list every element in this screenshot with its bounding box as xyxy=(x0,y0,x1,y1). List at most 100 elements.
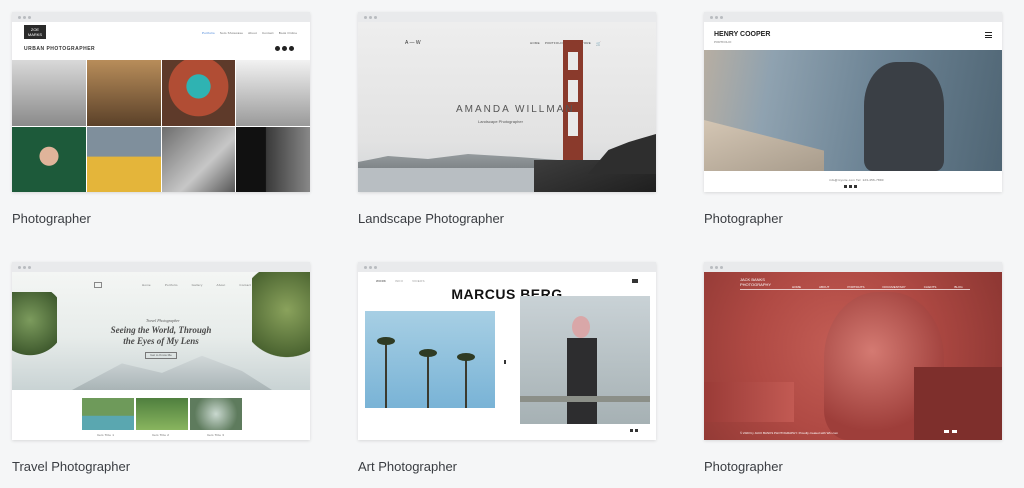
template-preview-frame[interactable]: A — W HOME PORTFOLIO BIO STORE 🛒 xyxy=(358,12,656,192)
template-title[interactable]: Photographer xyxy=(704,211,783,226)
nav-item: About xyxy=(216,283,226,287)
preview-travel: Home Portfolio Gallery About Contact Tra… xyxy=(12,272,310,440)
template-grid: ZOE MARKS Portfolio Solo Showcase About … xyxy=(0,0,1024,488)
template-card-photographer-zoe[interactable]: ZOE MARKS Portfolio Solo Showcase About … xyxy=(12,12,310,234)
nav-item: PORTRAITS xyxy=(847,285,865,289)
template-card-landscape-photographer[interactable]: A — W HOME PORTFOLIO BIO STORE 🛒 xyxy=(358,12,656,234)
nav-item: ABOUT xyxy=(819,285,830,289)
template-title[interactable]: Art Photographer xyxy=(358,459,457,474)
scarf xyxy=(914,367,1002,440)
nav-item: About xyxy=(248,31,257,35)
photo xyxy=(161,60,236,126)
template-preview-frame[interactable]: WORK INFO VIDEOS MARCUS BERG xyxy=(358,262,656,440)
photo xyxy=(236,60,310,126)
thumbnail-caption: Item Title 1 xyxy=(97,433,115,437)
template-preview-frame[interactable]: JACK BANKS PHOTOGRAPHY HOME ABOUT PORTRA… xyxy=(704,262,1002,440)
browser-chrome xyxy=(704,262,1002,272)
photo xyxy=(12,126,86,192)
cliff xyxy=(588,134,656,174)
thumbnail xyxy=(190,398,242,430)
hand xyxy=(704,382,794,422)
thumbnail-caption: Item Title 3 xyxy=(207,433,225,437)
site-name: HENRY COOPER xyxy=(714,31,771,38)
nav-item: BLOG xyxy=(954,285,963,289)
logo xyxy=(94,282,102,288)
logo: A — W xyxy=(405,40,421,46)
site-name: AMANDA WILLMAN xyxy=(456,104,575,115)
template-card-art-photographer[interactable]: WORK INFO VIDEOS MARCUS BERG Art Photogr… xyxy=(358,262,656,484)
site-subtitle: PORTFOLIO xyxy=(714,40,732,44)
thumbnail xyxy=(82,398,134,430)
nav-item: PORTFOLIO xyxy=(544,41,564,45)
template-preview-frame[interactable]: Home Portfolio Gallery About Contact Tra… xyxy=(12,262,310,440)
photo xyxy=(86,60,161,126)
arrow-icon xyxy=(504,360,506,364)
headline-line2: the Eyes of My Lens xyxy=(123,336,199,346)
photo xyxy=(236,126,310,192)
divider xyxy=(740,289,970,290)
hero-photo xyxy=(704,50,1002,171)
browser-chrome xyxy=(358,12,656,22)
nav-item: DOCUMENTARY xyxy=(882,285,906,289)
nav-item: VIDEOS xyxy=(412,279,425,283)
photo xyxy=(12,60,86,126)
preview-marcus: WORK INFO VIDEOS MARCUS BERG xyxy=(358,272,656,440)
template-title[interactable]: Travel Photographer xyxy=(12,459,130,474)
nav-item: WORK xyxy=(376,279,387,283)
hooded-figure xyxy=(864,62,944,171)
footer-text: © 2023 by JACK BANKS PHOTOGRAPHY. Proudl… xyxy=(740,431,839,435)
nav-item: INFO xyxy=(395,279,404,283)
browser-chrome xyxy=(358,262,656,272)
template-preview-frame[interactable]: HENRY COOPER PORTFOLIO info@mysite.com T… xyxy=(704,12,1002,192)
logo: JACK BANKS PHOTOGRAPHY xyxy=(740,277,772,287)
tagline: Travel Photographer xyxy=(146,318,180,323)
nav-item: Gallery xyxy=(191,283,203,287)
photo xyxy=(86,126,161,192)
portrait-photo xyxy=(520,296,650,424)
nav-bar: Portfolio Solo Showcase About Contact Bo… xyxy=(202,31,297,35)
nav-item: Portfolio xyxy=(202,31,215,35)
site-subtitle: Landscape Photographer xyxy=(478,119,523,124)
nav-item: Home xyxy=(142,283,151,287)
template-title[interactable]: Photographer xyxy=(12,211,91,226)
logo: ZOE MARKS xyxy=(24,25,46,39)
preview-jack: JACK BANKS PHOTOGRAPHY HOME ABOUT PORTRA… xyxy=(704,272,1002,440)
cta-button: Get to Know Me xyxy=(145,352,177,359)
nav-item: Solo Showcase xyxy=(219,31,244,35)
nav-item: Book Online xyxy=(278,31,298,35)
template-card-travel-photographer[interactable]: Home Portfolio Gallery About Contact Tra… xyxy=(12,262,310,484)
cart-icon xyxy=(632,279,638,283)
thumbnail-caption: Item Title 2 xyxy=(152,433,170,437)
nav-bar: Home Portfolio Gallery About Contact xyxy=(142,283,251,287)
nav-item: HOME xyxy=(792,285,801,289)
headline-line1: Seeing the World, Through xyxy=(110,325,212,335)
nav-item: Contact xyxy=(261,31,274,35)
browser-chrome xyxy=(704,12,1002,22)
nav-item: HOME xyxy=(530,41,540,45)
nav-bar: HOME ABOUT PORTRAITS DOCUMENTARY CLIENTS… xyxy=(792,285,963,289)
template-card-photographer-henry[interactable]: HENRY COOPER PORTFOLIO info@mysite.com T… xyxy=(704,12,1002,234)
social-icons xyxy=(944,430,957,433)
social-icons xyxy=(275,46,294,51)
cart-icon: 🛒 xyxy=(595,41,602,46)
nav-item: Contact xyxy=(239,283,252,287)
photo-grid xyxy=(12,60,310,192)
footer-email: info@mysite.com xyxy=(829,178,856,182)
preview-amanda: A — W HOME PORTFOLIO BIO STORE 🛒 xyxy=(358,22,656,192)
social-icons xyxy=(630,429,638,432)
nav-item: CLIENTS xyxy=(923,285,937,289)
footer-phone: Tel: 123-456-7890 xyxy=(856,178,884,182)
template-card-photographer-jack[interactable]: JACK BANKS PHOTOGRAPHY HOME ABOUT PORTRA… xyxy=(704,262,1002,484)
photo xyxy=(161,126,236,192)
preview-zoe: ZOE MARKS Portfolio Solo Showcase About … xyxy=(12,22,310,192)
template-preview-frame[interactable]: ZOE MARKS Portfolio Solo Showcase About … xyxy=(12,12,310,192)
template-title[interactable]: Photographer xyxy=(704,459,783,474)
thumbnail-row xyxy=(82,398,242,430)
nav-bar: WORK INFO VIDEOS xyxy=(376,279,425,283)
browser-chrome xyxy=(12,12,310,22)
hamburger-menu-icon xyxy=(985,32,992,38)
template-title[interactable]: Landscape Photographer xyxy=(358,211,504,226)
palm-trees-photo xyxy=(365,311,495,408)
browser-chrome xyxy=(12,262,310,272)
social-icons xyxy=(844,185,857,188)
